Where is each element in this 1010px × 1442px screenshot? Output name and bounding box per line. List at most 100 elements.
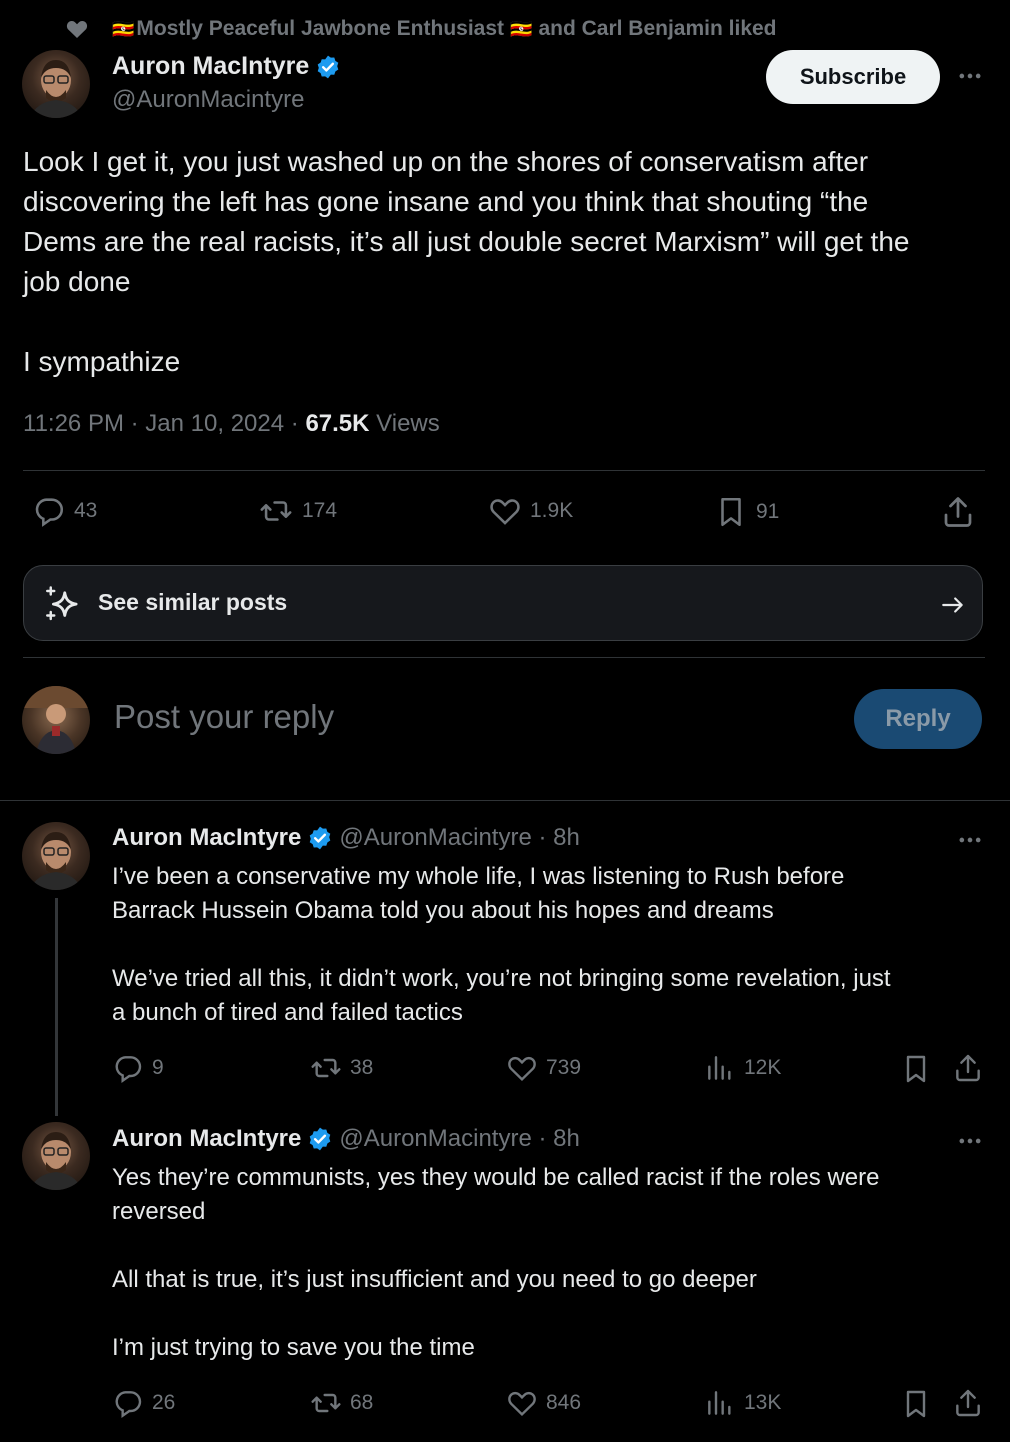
author-name[interactable]: Auron MacIntyre (112, 52, 309, 81)
reply-input[interactable]: Post your reply (114, 698, 814, 742)
like-action[interactable]: 1.9K (488, 494, 573, 528)
user-avatar-image (22, 686, 90, 754)
post-meta: 11:26 PM · Jan 10, 2024 · 67.5K Views (23, 410, 440, 437)
repost-count: 38 (350, 1056, 374, 1079)
repost-icon (311, 1393, 341, 1413)
reply-action[interactable]: 43 (32, 494, 97, 528)
verified-badge-icon (307, 1126, 333, 1152)
heart-icon (508, 1056, 536, 1082)
more-options-icon[interactable] (956, 62, 984, 90)
reply-text-line: Barrack Hussein Obama told you about his… (112, 897, 774, 924)
repost-action[interactable]: 38 (310, 1052, 373, 1084)
reply-author-handle[interactable]: @AuronMacintyre (339, 1125, 531, 1153)
divider (23, 657, 985, 658)
like-action[interactable]: 846 (506, 1387, 581, 1419)
repost-icon (260, 501, 292, 521)
more-options-icon[interactable] (956, 826, 984, 854)
repost-action[interactable]: 68 (310, 1387, 373, 1419)
bookmark-action[interactable] (900, 1052, 940, 1086)
reply-time[interactable]: 8h (553, 824, 580, 852)
post-date[interactable]: Jan 10, 2024 (145, 410, 284, 437)
reply-time[interactable]: 8h (553, 1125, 580, 1153)
reply-header: Auron MacIntyre @AuronMacintyre · 8h (112, 1125, 580, 1153)
social-context: 🇺🇬 Mostly Peaceful Jawbone Enthusiast 🇺🇬… (64, 14, 777, 44)
thread-line (55, 898, 58, 1116)
sparkle-icon (42, 584, 84, 626)
bookmark-action[interactable] (900, 1387, 940, 1421)
views-label: Views (376, 410, 440, 437)
reply-button[interactable]: Reply (854, 689, 982, 749)
post-text-line: I sympathize (23, 346, 181, 377)
user-avatar[interactable] (22, 686, 90, 754)
repost-icon (311, 1058, 341, 1078)
share-icon (956, 1054, 980, 1082)
more-options-icon[interactable] (956, 1127, 984, 1155)
like-count: 1.9K (530, 499, 574, 522)
liker-name[interactable]: Mostly Peaceful Jawbone Enthusiast (136, 17, 504, 41)
reply-author-name[interactable]: Auron MacIntyre (112, 1125, 301, 1153)
bookmark-action[interactable]: 91 (714, 494, 779, 530)
reply-text-line: reversed (112, 1198, 206, 1225)
repost-count: 68 (350, 1391, 374, 1414)
reply-text-line: a bunch of tired and failed tactics (112, 999, 463, 1026)
avatar-image (30, 60, 82, 118)
avatar[interactable] (22, 822, 90, 890)
post-text-line: discovering the left has gone insane and… (23, 186, 869, 217)
reply-action[interactable]: 9 (112, 1052, 164, 1084)
share-action[interactable] (940, 494, 984, 530)
author-name-row[interactable]: Auron MacIntyre (112, 52, 341, 81)
reply-author-handle[interactable]: @AuronMacintyre (339, 824, 531, 852)
flag-emoji: 🇺🇬 (510, 18, 533, 39)
reply-button-label: Reply (885, 705, 951, 732)
like-count: 739 (546, 1056, 582, 1079)
avatar-image (30, 1132, 82, 1190)
reply-icon (115, 1391, 142, 1418)
share-action[interactable] (952, 1387, 992, 1419)
reply-author-name[interactable]: Auron MacIntyre (112, 824, 301, 852)
subscribe-button[interactable]: Subscribe (766, 50, 940, 104)
reply-text-line: I’ve been a conservative my whole life, … (112, 863, 845, 890)
views-count: 67.5K (305, 410, 370, 437)
post-text-line: Dems are the real racists, it’s all just… (23, 226, 910, 257)
avatar[interactable] (22, 1122, 90, 1190)
reply-text-line: Yes they’re communists, yes they would b… (112, 1164, 880, 1191)
reply-placeholder: Post your reply (114, 698, 335, 735)
bookmark-icon (906, 1055, 926, 1083)
reply-icon (35, 498, 64, 527)
reply-text: I’ve been a conservative my whole life, … (112, 860, 992, 1030)
like-action[interactable]: 739 (506, 1052, 581, 1084)
reply-action[interactable]: 26 (112, 1387, 175, 1419)
subscribe-label: Subscribe (799, 64, 907, 89)
see-similar-label: See similar posts (98, 589, 288, 615)
reply-count: 26 (152, 1391, 176, 1414)
share-icon (956, 1389, 980, 1417)
author-handle[interactable]: @AuronMacintyre (112, 86, 304, 114)
like-count: 846 (546, 1391, 582, 1414)
post-text-line: Look I get it, you just washed up on the… (23, 146, 869, 177)
reply-icon (115, 1056, 142, 1083)
views-action[interactable]: 12K (704, 1052, 781, 1084)
avatar[interactable] (22, 50, 90, 118)
reply-text-line: All that is true, it’s just insufficient… (112, 1266, 757, 1293)
reply-header: Auron MacIntyre @AuronMacintyre · 8h (112, 824, 580, 852)
heart-icon (508, 1391, 536, 1417)
post-time[interactable]: 11:26 PM (23, 410, 124, 437)
avatar-image (30, 832, 82, 890)
repost-action[interactable]: 174 (258, 494, 337, 528)
repost-count: 174 (302, 499, 338, 522)
heart-icon (490, 499, 520, 525)
views-action[interactable]: 13K (704, 1387, 781, 1419)
bookmark-icon (906, 1390, 926, 1418)
divider (23, 470, 985, 471)
reply-text-line: We’ve tried all this, it didn’t work, yo… (112, 965, 891, 992)
analytics-icon (708, 1056, 731, 1080)
verified-badge-icon (315, 54, 341, 80)
views-count: 12K (744, 1056, 782, 1079)
flag-emoji: 🇺🇬 (112, 18, 135, 39)
post-text-line: job done (23, 266, 131, 297)
liked-by-rest[interactable]: and Carl Benjamin liked (538, 17, 776, 41)
see-similar-posts-button[interactable]: See similar posts (23, 565, 983, 641)
share-action[interactable] (952, 1052, 992, 1084)
post-text: Look I get it, you just washed up on the… (23, 142, 993, 382)
reply-count: 9 (152, 1056, 164, 1079)
